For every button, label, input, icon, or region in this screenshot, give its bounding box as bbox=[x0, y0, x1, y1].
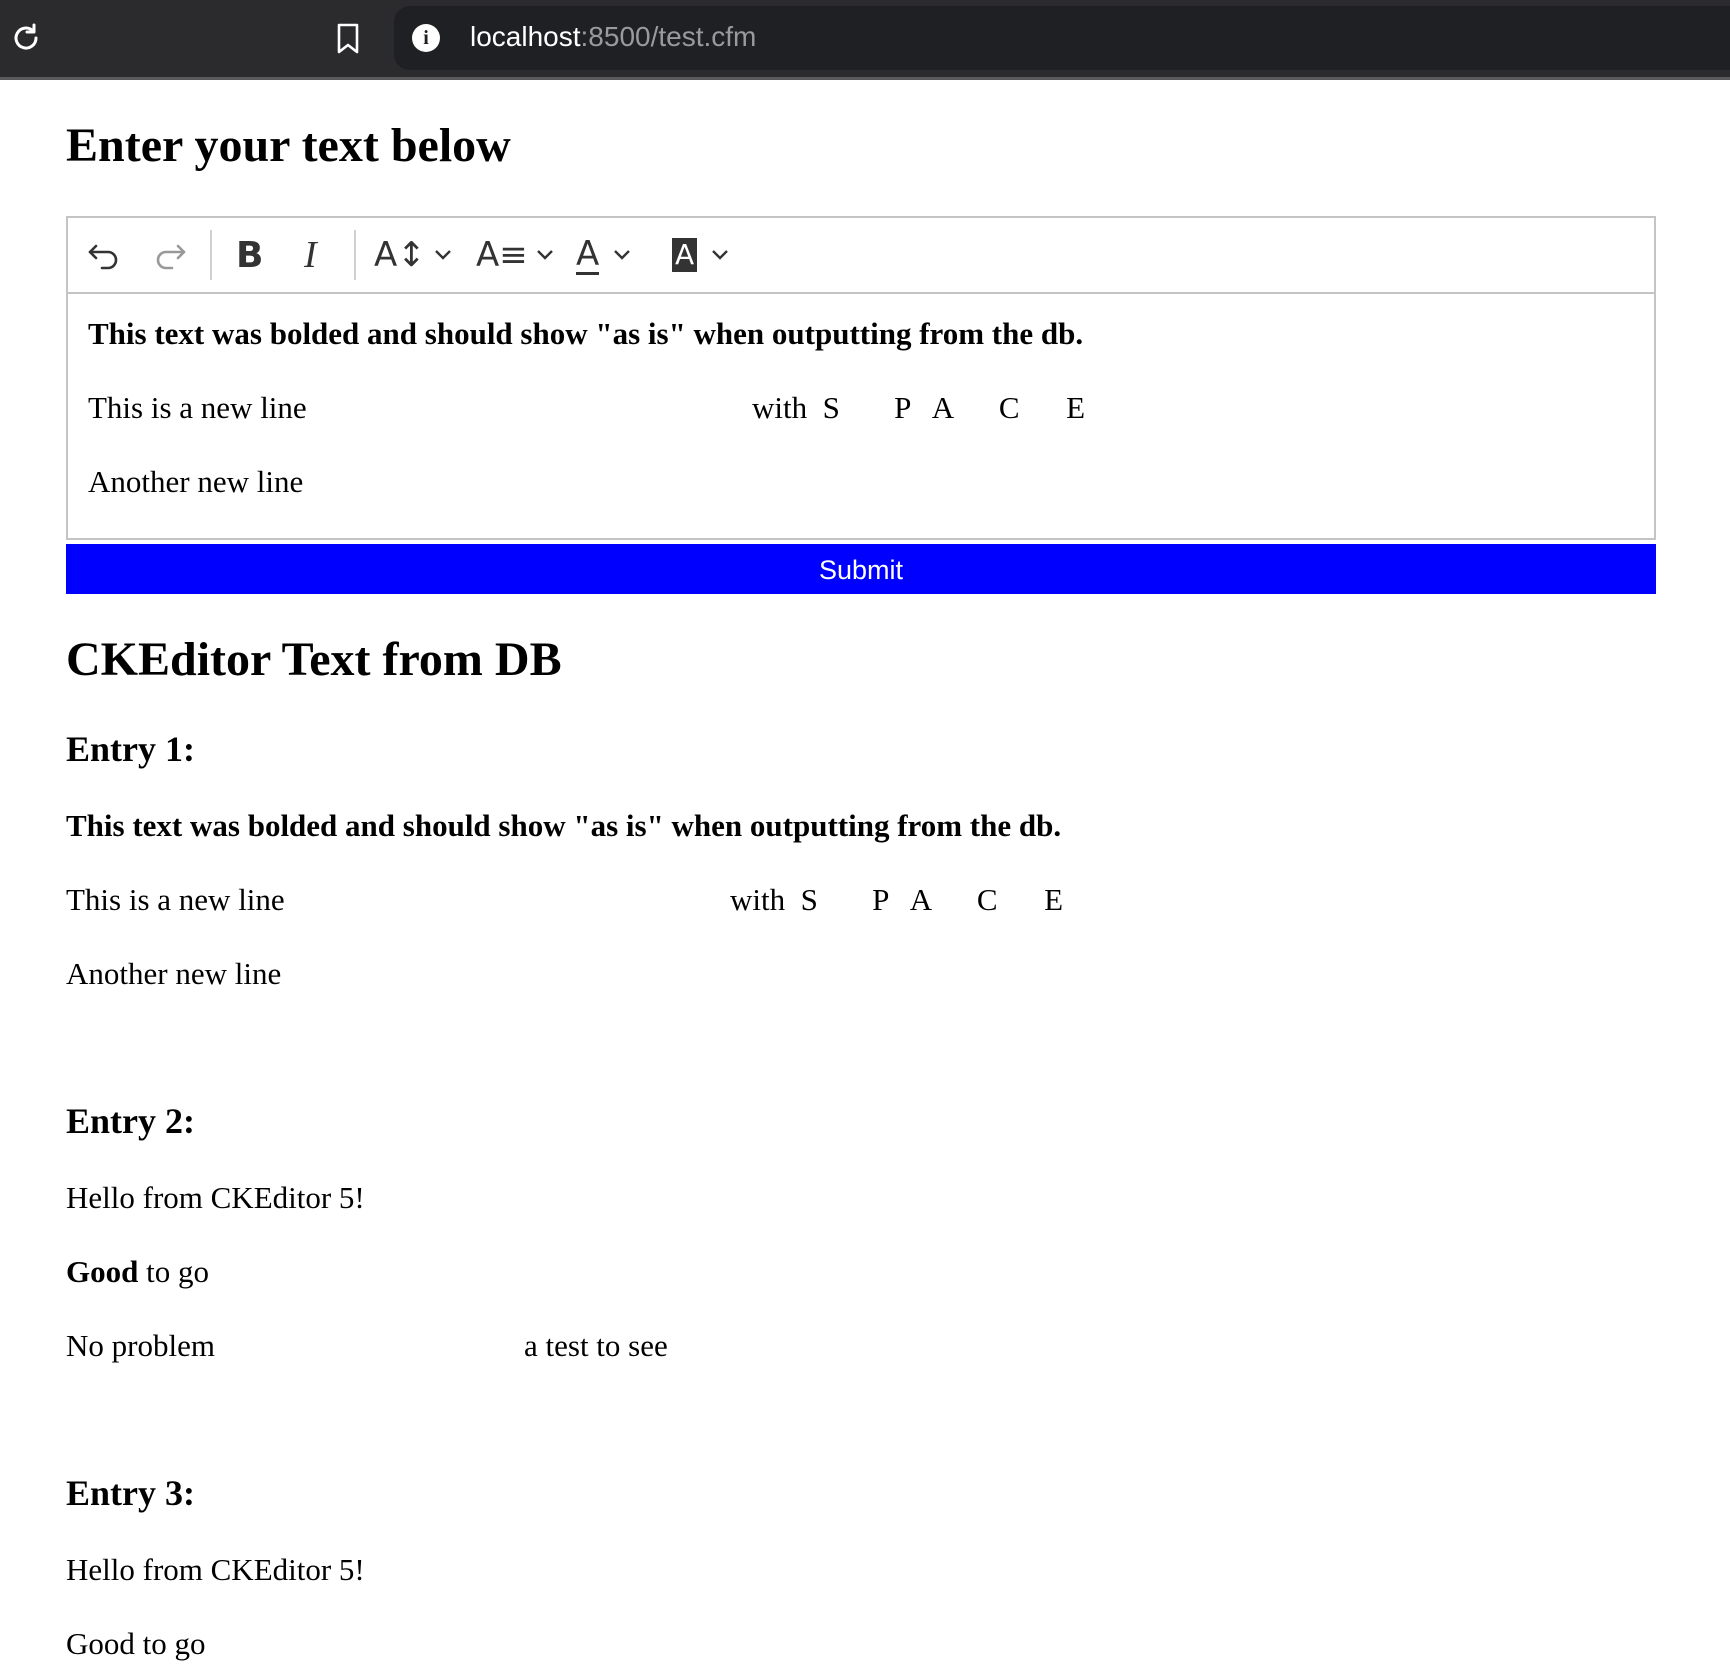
entry-line: Good to go bbox=[66, 1254, 209, 1290]
highlight-dropdown[interactable]: A bbox=[672, 232, 731, 278]
bold-icon: B bbox=[236, 234, 264, 276]
entry-line-start: No problem bbox=[66, 1328, 215, 1363]
browser-toolbar: i localhost:8500/test.cfm bbox=[0, 0, 1730, 80]
font-family-dropdown[interactable]: A≡ bbox=[476, 232, 556, 278]
reload-icon[interactable] bbox=[10, 22, 42, 54]
entry-title: Entry 2: bbox=[66, 1101, 195, 1141]
font-color-icon: A bbox=[576, 233, 600, 275]
entry-line: Good to go bbox=[66, 1626, 206, 1661]
bookmark-icon[interactable] bbox=[334, 22, 362, 56]
font-size-icon: A↕ bbox=[374, 235, 426, 275]
chevron-down-icon bbox=[536, 250, 553, 260]
entry-line: Hello from CKEditor 5! bbox=[66, 1180, 365, 1215]
editor-last-line: Another new line bbox=[88, 464, 304, 499]
site-info-icon[interactable]: i bbox=[412, 24, 440, 52]
italic-button[interactable]: I bbox=[304, 232, 317, 278]
entry-line: Hello from CKEditor 5! bbox=[66, 1552, 365, 1587]
toolbar-separator bbox=[354, 230, 356, 280]
editor-bold-line: This text was bolded and should show "as… bbox=[88, 316, 1084, 351]
font-size-dropdown[interactable]: A↕ bbox=[374, 232, 454, 278]
chevron-down-icon bbox=[434, 250, 451, 260]
redo-button[interactable] bbox=[152, 232, 188, 278]
editor-toolbar: B I A↕ A≡ A A bbox=[68, 218, 1654, 294]
italic-icon: I bbox=[304, 234, 317, 276]
editor-content-area[interactable]: This text was bolded and should show "as… bbox=[88, 294, 1634, 538]
submit-button[interactable]: Submit bbox=[66, 544, 1656, 594]
address-bar[interactable]: i localhost:8500/test.cfm bbox=[394, 6, 1730, 70]
undo-button[interactable] bbox=[86, 232, 122, 278]
entry-line-start: This is a new line bbox=[66, 882, 285, 917]
chevron-down-icon bbox=[614, 250, 631, 260]
entry-bold-line: This text was bolded and should show "as… bbox=[66, 808, 1062, 843]
chevron-down-icon bbox=[712, 250, 729, 260]
highlight-icon: A bbox=[672, 238, 698, 272]
entry-bold-word: Good bbox=[66, 1254, 139, 1289]
form-heading: Enter your text below bbox=[66, 119, 511, 172]
entry-line-end: a test to see bbox=[524, 1328, 668, 1363]
toolbar-separator bbox=[210, 230, 212, 280]
editor-line-spaced: with S P A C E bbox=[752, 390, 1086, 425]
entry-title: Entry 3: bbox=[66, 1473, 195, 1513]
url-host: localhost bbox=[470, 21, 581, 52]
entry-line-rest: to go bbox=[138, 1254, 209, 1289]
url-path: :8500/test.cfm bbox=[580, 21, 757, 52]
editor-line-start: This is a new line bbox=[88, 390, 307, 425]
bold-button[interactable]: B bbox=[236, 232, 263, 278]
font-color-dropdown[interactable]: A bbox=[576, 232, 633, 278]
redo-icon bbox=[156, 244, 186, 270]
db-section-heading: CKEditor Text from DB bbox=[66, 633, 562, 686]
entry-line-spaced: with S P A C E bbox=[730, 882, 1064, 917]
undo-icon bbox=[88, 244, 118, 270]
entry-title: Entry 1: bbox=[66, 729, 195, 769]
url-text[interactable]: localhost:8500/test.cfm bbox=[470, 21, 756, 53]
entry-line: Another new line bbox=[66, 956, 282, 991]
font-family-icon: A≡ bbox=[476, 235, 528, 275]
rich-text-editor: B I A↕ A≡ A A This text was bolded and s… bbox=[66, 216, 1656, 540]
